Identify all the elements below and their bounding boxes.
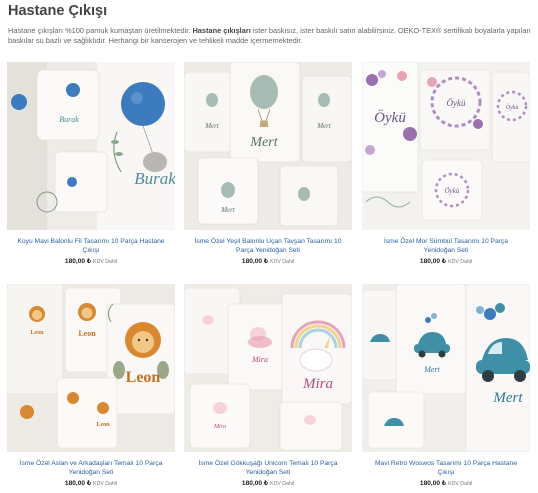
svg-text:Burak: Burak bbox=[59, 115, 79, 124]
product-price: 180,00 ₺ KDV Dahil bbox=[241, 479, 295, 487]
svg-text:Leon: Leon bbox=[96, 422, 110, 428]
svg-text:Öykü: Öykü bbox=[445, 187, 460, 195]
svg-text:Mert: Mert bbox=[204, 122, 220, 130]
product-image[interactable]: Leon Leon Leon Leon bbox=[7, 284, 175, 452]
product-title-link[interactable]: Mavi Retro Woswos Tasarımı 10 Parça Hast… bbox=[362, 459, 530, 478]
product-card[interactable]: Burak Burak Koyu Mavi Balonlu Fil Tasarı… bbox=[7, 62, 175, 267]
image-name-text: Mert bbox=[249, 135, 278, 150]
product-card[interactable]: Mert Mert Mert Mert İsme Özel Yeşil Balo… bbox=[184, 62, 352, 267]
image-name-text: Burak bbox=[134, 169, 175, 188]
product-title-link[interactable]: İsme Özel Mor Sümbül Tasarımı 10 Parça Y… bbox=[362, 237, 530, 256]
product-card[interactable]: Mira Mira Mira İsme Özel Gökkuşağı Unico… bbox=[184, 284, 352, 489]
product-image[interactable]: Burak Burak bbox=[7, 62, 175, 230]
page: Hastane Çıkışı Hastane çıkışları %100 pa… bbox=[0, 0, 538, 493]
description-text: Hastane çıkışları %100 pamuk kumaştan ür… bbox=[8, 26, 193, 35]
svg-text:Leon: Leon bbox=[30, 330, 44, 336]
product-image[interactable]: Mert Mert Mert Mert bbox=[184, 62, 352, 230]
svg-text:Öykü: Öykü bbox=[506, 103, 519, 111]
category-description: Hastane çıkışları %100 pamuk kumaştan ür… bbox=[8, 26, 533, 46]
product-title-link[interactable]: Koyu Mavi Balonlu Fil Tasarımı 10 Parça … bbox=[7, 237, 175, 256]
product-price: 180,00 ₺ KDV Dahil bbox=[64, 257, 118, 265]
image-name-text: Leon bbox=[126, 369, 161, 386]
svg-text:Mira: Mira bbox=[213, 424, 226, 430]
svg-text:Öykü: Öykü bbox=[447, 98, 466, 108]
svg-text:Mert: Mert bbox=[316, 122, 332, 130]
product-image[interactable]: Mira Mira Mira bbox=[184, 284, 352, 452]
image-name-text: Öykü bbox=[374, 109, 406, 126]
svg-text:Leon: Leon bbox=[78, 329, 96, 338]
page-title: Hastane Çıkışı bbox=[8, 3, 108, 19]
svg-text:Mert: Mert bbox=[423, 365, 440, 374]
product-price: 180,00 ₺ KDV Dahil bbox=[419, 479, 473, 487]
svg-text:Mert: Mert bbox=[220, 206, 236, 214]
product-title-link[interactable]: İsme Özel Yeşil Balonlu Uçan Tavşan Tasa… bbox=[184, 237, 352, 256]
product-title-link[interactable]: İsme Özel Aslan ve Arkadaşları Temalı 10… bbox=[7, 459, 175, 478]
svg-text:Mira: Mira bbox=[251, 355, 268, 364]
product-card[interactable]: Öykü Öykü Öykü Öykü İsme Özel Mor Sümbül… bbox=[362, 62, 530, 267]
product-price: 180,00 ₺ KDV Dahil bbox=[419, 257, 473, 265]
description-bold: Hastane çıkışları bbox=[192, 26, 251, 35]
product-price: 180,00 ₺ KDV Dahil bbox=[241, 257, 295, 265]
product-title-link[interactable]: İsme Özel Gökkuşağı Unicorn Temalı 10 Pa… bbox=[184, 459, 352, 478]
product-card[interactable]: Mert Mert Mavi Retro Woswos Tasarımı 10 … bbox=[362, 284, 530, 489]
product-image[interactable]: Mert Mert bbox=[362, 284, 530, 452]
image-name-text: Mert bbox=[492, 390, 523, 406]
image-name-text: Mira bbox=[302, 376, 333, 392]
product-image[interactable]: Öykü Öykü Öykü Öykü bbox=[362, 62, 530, 230]
product-price: 180,00 ₺ KDV Dahil bbox=[64, 479, 118, 487]
product-card[interactable]: Leon Leon Leon Leon İsme Özel Aslan ve A… bbox=[7, 284, 175, 489]
